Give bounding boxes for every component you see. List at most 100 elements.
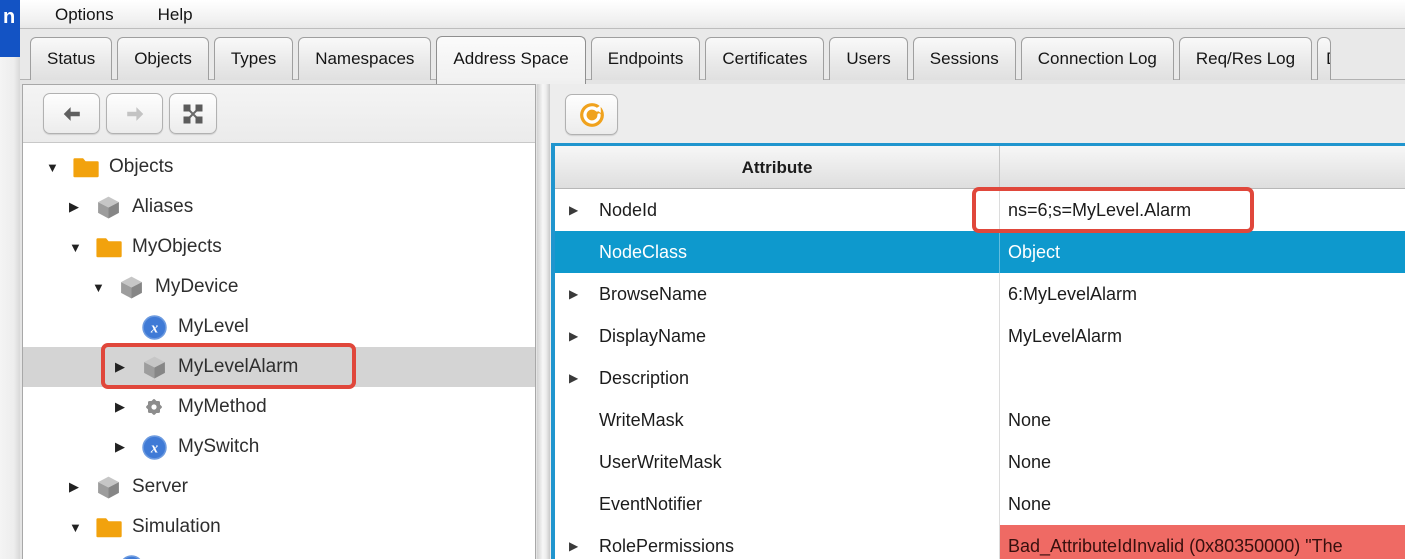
tree-item-label: MySwitch [178, 436, 259, 458]
tab-certificates[interactable]: Certificates [705, 37, 824, 80]
attribute-name: UserWriteMask [599, 452, 722, 472]
value-column-header[interactable] [999, 146, 1405, 188]
tree-item-server[interactable]: ▶Server [23, 467, 535, 507]
tree-item-simulation[interactable]: ▼ Simulation [23, 507, 535, 547]
tree-item-label: Objects [109, 156, 173, 178]
tab-address-space[interactable]: Address Space [436, 36, 585, 84]
expand-arrow-icon[interactable]: ▶ [115, 359, 142, 375]
gear-icon [142, 395, 166, 419]
tab-objects[interactable]: Objects [117, 37, 209, 80]
attribute-value-text: Bad_AttributeIdInvalid (0x80350000) "The [1008, 536, 1343, 556]
expand-arrow-icon[interactable]: ▶ [115, 439, 142, 455]
tab-bar: StatusObjectsTypesNamespacesAddress Spac… [20, 29, 1405, 80]
tree-item-label: Aliases [132, 196, 193, 218]
cube-icon [142, 355, 168, 379]
attribute-value: 6:MyLevelAlarm [999, 273, 1405, 315]
attribute-value-text: MyLevelAlarm [1008, 326, 1122, 346]
attributes-panel: Attribute ▶NodeIdns=6;s=MyLevel.AlarmNod… [550, 84, 1405, 559]
cube-icon [142, 355, 167, 380]
menu-options[interactable]: Options [55, 0, 114, 29]
expand-arrow-icon[interactable]: ▶ [569, 357, 578, 399]
tree-item-myobjects[interactable]: ▼MyObjects [23, 227, 535, 267]
expand-arrow-icon[interactable]: ▶ [569, 315, 578, 357]
tab-endpoints[interactable]: Endpoints [591, 37, 701, 80]
attribute-name: WriteMask [599, 410, 684, 430]
attribute-name: RolePermissions [599, 536, 734, 556]
attribute-row-nodeid[interactable]: ▶NodeIdns=6;s=MyLevel.Alarm [555, 189, 1405, 231]
attributes-table-body: ▶NodeIdns=6;s=MyLevel.AlarmNodeClassObje… [555, 189, 1405, 559]
attribute-row-writemask[interactable]: WriteMask None [555, 399, 1405, 441]
attribute-name: Description [599, 368, 689, 388]
tree-item-mymethod[interactable]: ▶ MyMethod [23, 387, 535, 427]
variable-icon: x [142, 435, 168, 459]
attribute-row-eventnotifier[interactable]: EventNotifierNone [555, 483, 1405, 525]
variable-icon: x [119, 555, 144, 559]
attribute-value-text: ns=6;s=MyLevel.Alarm [1008, 200, 1191, 220]
folder-icon [73, 156, 99, 178]
attribute-value: ns=6;s=MyLevel.Alarm [999, 189, 1405, 231]
expand-arrow-icon[interactable]: ▶ [569, 525, 578, 559]
expand-arrow-icon[interactable]: ▶ [569, 273, 578, 315]
tree-item-aliases[interactable]: ▶ Aliases [23, 187, 535, 227]
expand-arrow-icon[interactable]: ▶ [115, 399, 142, 415]
menu-bar: Options Help [20, 0, 1405, 29]
tree-item-label: Simulation [132, 516, 221, 538]
attribute-row-userwritemask[interactable]: UserWriteMask None [555, 441, 1405, 483]
background-window-edge: n [0, 0, 20, 559]
attribute-name: DisplayName [599, 326, 706, 346]
tree-item-mylevelalarm[interactable]: ▶ MyLevelAlarm [23, 347, 535, 387]
collapse-arrow-icon[interactable]: ▼ [46, 160, 73, 175]
attribute-value: None [999, 399, 1405, 441]
collapse-arrow-icon[interactable]: ▼ [69, 520, 96, 535]
attribute-value: None [999, 441, 1405, 483]
tab-req-res-log[interactable]: Req/Res Log [1179, 37, 1312, 80]
tree-item-mylevel[interactable]: xMyLevel [23, 307, 535, 347]
tab-connection-log[interactable]: Connection Log [1021, 37, 1174, 80]
tab-namespaces[interactable]: Namespaces [298, 37, 431, 80]
attribute-value-text: None [1008, 494, 1051, 514]
arrow-left-icon [59, 103, 85, 125]
tree-item-partial[interactable]: x [23, 547, 535, 559]
tree-item-mydevice[interactable]: ▼MyDevice [23, 267, 535, 307]
attribute-row-description[interactable]: ▶ Description [555, 357, 1405, 399]
menu-help[interactable]: Help [158, 0, 193, 29]
tree-item-label: MyLevel [178, 316, 249, 338]
tab-users[interactable]: Users [829, 37, 907, 80]
panel-splitter[interactable] [537, 84, 550, 559]
collapse-arrow-icon[interactable]: ▼ [69, 240, 96, 255]
back-button[interactable] [43, 93, 100, 134]
app-window: Options Help StatusObjectsTypesNamespace… [20, 0, 1405, 559]
background-window-title-fragment: n [3, 6, 15, 28]
cube-icon [96, 195, 121, 220]
tab-sessions[interactable]: Sessions [913, 37, 1016, 80]
tab-d[interactable]: D [1317, 37, 1331, 80]
attributes-toolbar [550, 84, 1405, 143]
tree-item-objects[interactable]: ▼ Objects [23, 147, 535, 187]
expand-arrow-icon[interactable]: ▶ [569, 189, 578, 231]
show-references-graph-button[interactable] [169, 93, 217, 134]
cube-icon [119, 275, 144, 300]
attribute-value-text: None [1008, 452, 1051, 472]
refresh-attributes-button[interactable] [565, 94, 618, 135]
collapse-arrow-icon[interactable]: ▼ [92, 280, 119, 295]
attribute-value: Object [999, 231, 1405, 273]
attribute-row-displayname[interactable]: ▶ DisplayName MyLevelAlarm [555, 315, 1405, 357]
tab-types[interactable]: Types [214, 37, 293, 80]
node-graph-icon [181, 102, 205, 126]
attribute-row-browsename[interactable]: ▶ BrowseName 6:MyLevelAlarm [555, 273, 1405, 315]
attribute-name: BrowseName [599, 284, 707, 304]
tree-item-myswitch[interactable]: ▶x MySwitch [23, 427, 535, 467]
attribute-value-error: Bad_AttributeIdInvalid (0x80350000) "The [999, 525, 1405, 559]
expand-arrow-icon[interactable]: ▶ [69, 199, 96, 215]
tree-item-label: MyLevelAlarm [178, 356, 298, 378]
cube-icon [96, 475, 122, 499]
attribute-row-nodeclass[interactable]: NodeClassObject [555, 231, 1405, 273]
tab-status[interactable]: Status [30, 37, 112, 80]
attribute-column-header[interactable]: Attribute [555, 146, 999, 188]
expand-arrow-icon[interactable]: ▶ [69, 479, 96, 495]
attribute-value-text: None [1008, 410, 1051, 430]
attribute-row-rolepermissions[interactable]: ▶ RolePermissions Bad_AttributeIdInvalid (… [555, 525, 1405, 559]
attribute-value: MyLevelAlarm [999, 315, 1405, 357]
tree-item-label: MyMethod [178, 396, 267, 418]
forward-button[interactable] [106, 93, 163, 134]
